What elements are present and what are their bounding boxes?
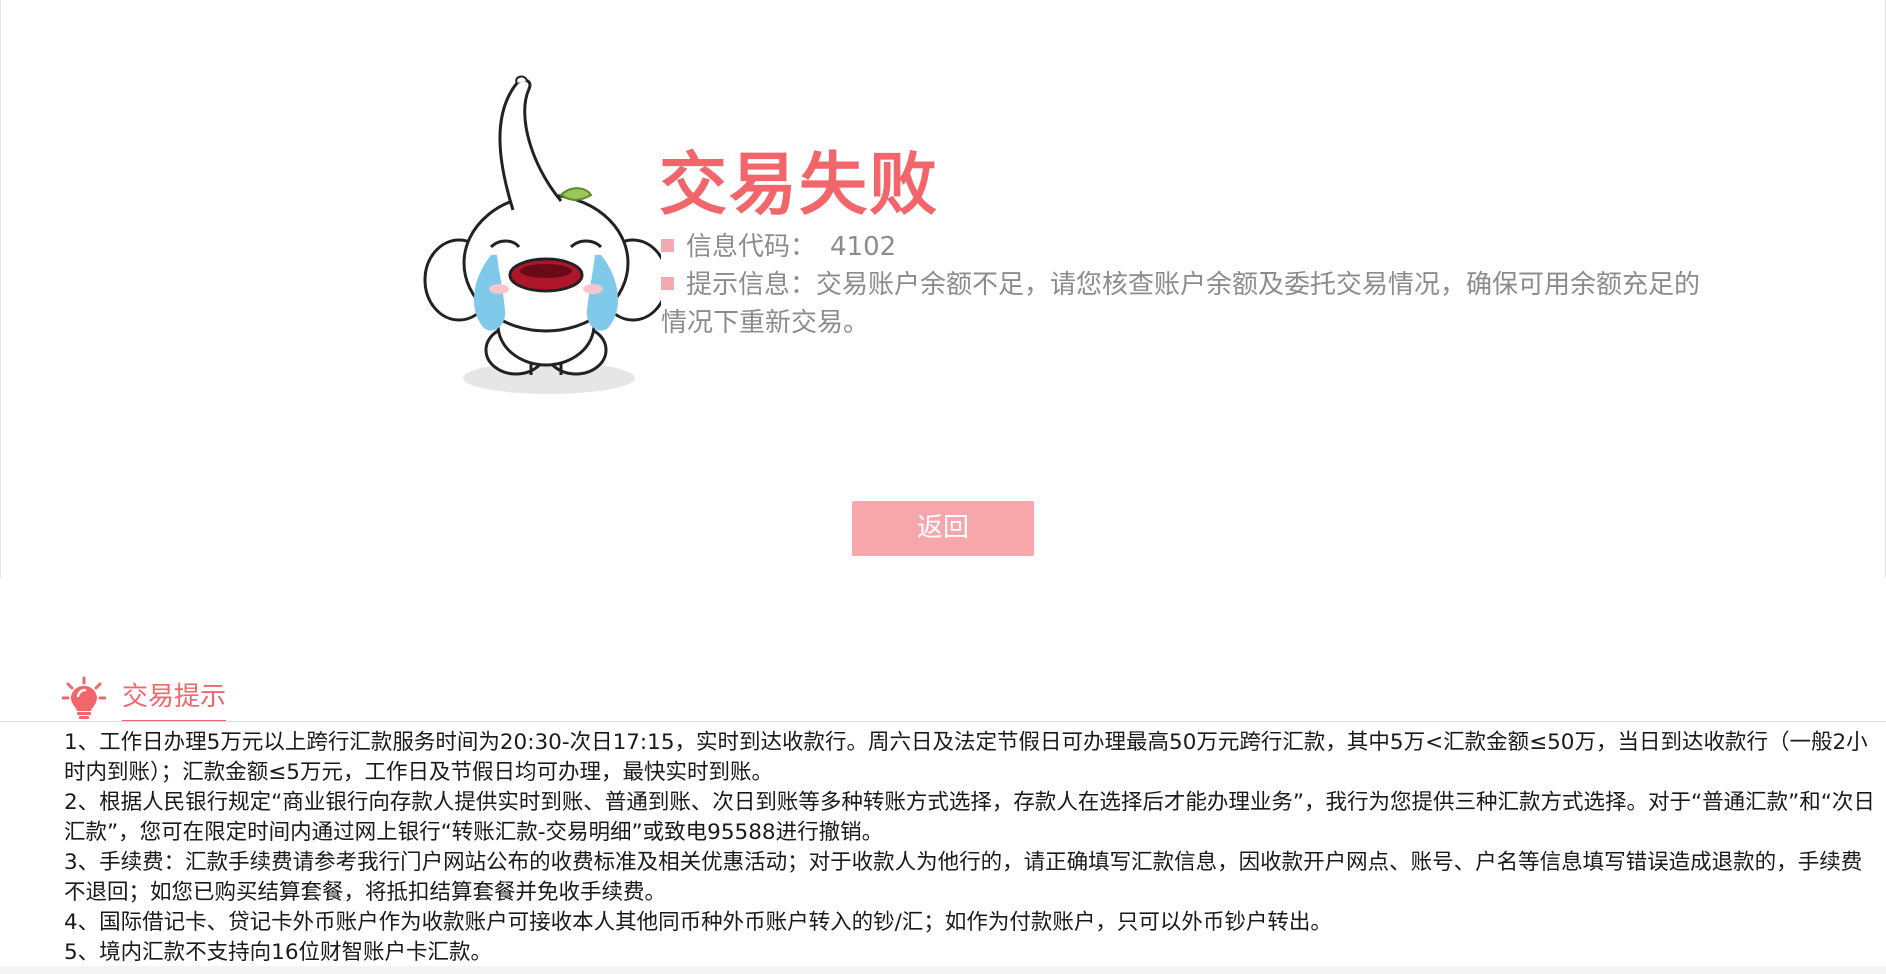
crying-mascot-illustration: [423, 75, 661, 394]
tip-item: 1、工作日办理5万元以上跨行汇款服务时间为20:30-次日17:15，实时到达收…: [64, 730, 1868, 785]
spacer: [0, 578, 1886, 721]
info-code-value: 4102: [830, 232, 897, 262]
tip-item: 2、根据人民银行规定“商业银行向存款人提供实时到账、普通到账、次日到账等多种转账…: [64, 790, 1875, 845]
info-code-label: 信息代码：: [686, 232, 817, 262]
info-message-text: 交易账户余额不足，请您核查账户余额及委托交易情况，确保可用余额充足的情况下重新交…: [661, 270, 1701, 338]
lightbulb-icon: [62, 676, 106, 719]
tip-item: 4、国际借记卡、贷记卡外币账户作为收款账户可接收本人其他同币种外币账户转入的钞/…: [64, 910, 1332, 935]
tips-title: 交易提示: [122, 676, 227, 724]
info-message-line: 提示信息：交易账户余额不足，请您核查账户余额及委托交易情况，确保可用余额充足的情…: [661, 266, 1701, 342]
result-panel: 交易失败 信息代码： 4102 提示信息：交易账户余额不足，请您核查账户余额及委托…: [0, 0, 1886, 578]
square-bullet-icon: [661, 277, 674, 290]
back-button[interactable]: 返回: [852, 501, 1034, 556]
result-info: 信息代码： 4102 提示信息：交易账户余额不足，请您核查账户余额及委托交易情况，…: [661, 228, 1701, 342]
info-code-line: 信息代码： 4102: [661, 228, 1701, 266]
tips-list: 1、工作日办理5万元以上跨行汇款服务时间为20:30-次日17:15，实时到达收…: [64, 728, 1880, 968]
tip-item: 3、手续费：汇款手续费请参考我行门户网站公布的收费标准及相关优惠活动；对于收款人…: [64, 850, 1863, 905]
tip-item: 5、境内汇款不支持向16位财智账户卡汇款。: [64, 940, 493, 965]
result-title: 交易失败: [659, 146, 940, 225]
error-page: 交易失败 信息代码： 4102 提示信息：交易账户余额不足，请您核查账户余额及委托…: [0, 0, 1886, 974]
tips-body: 1、工作日办理5万元以上跨行汇款服务时间为20:30-次日17:15，实时到达收…: [0, 722, 1886, 966]
square-bullet-icon: [661, 239, 674, 252]
info-message-label: 提示信息：: [686, 270, 817, 300]
